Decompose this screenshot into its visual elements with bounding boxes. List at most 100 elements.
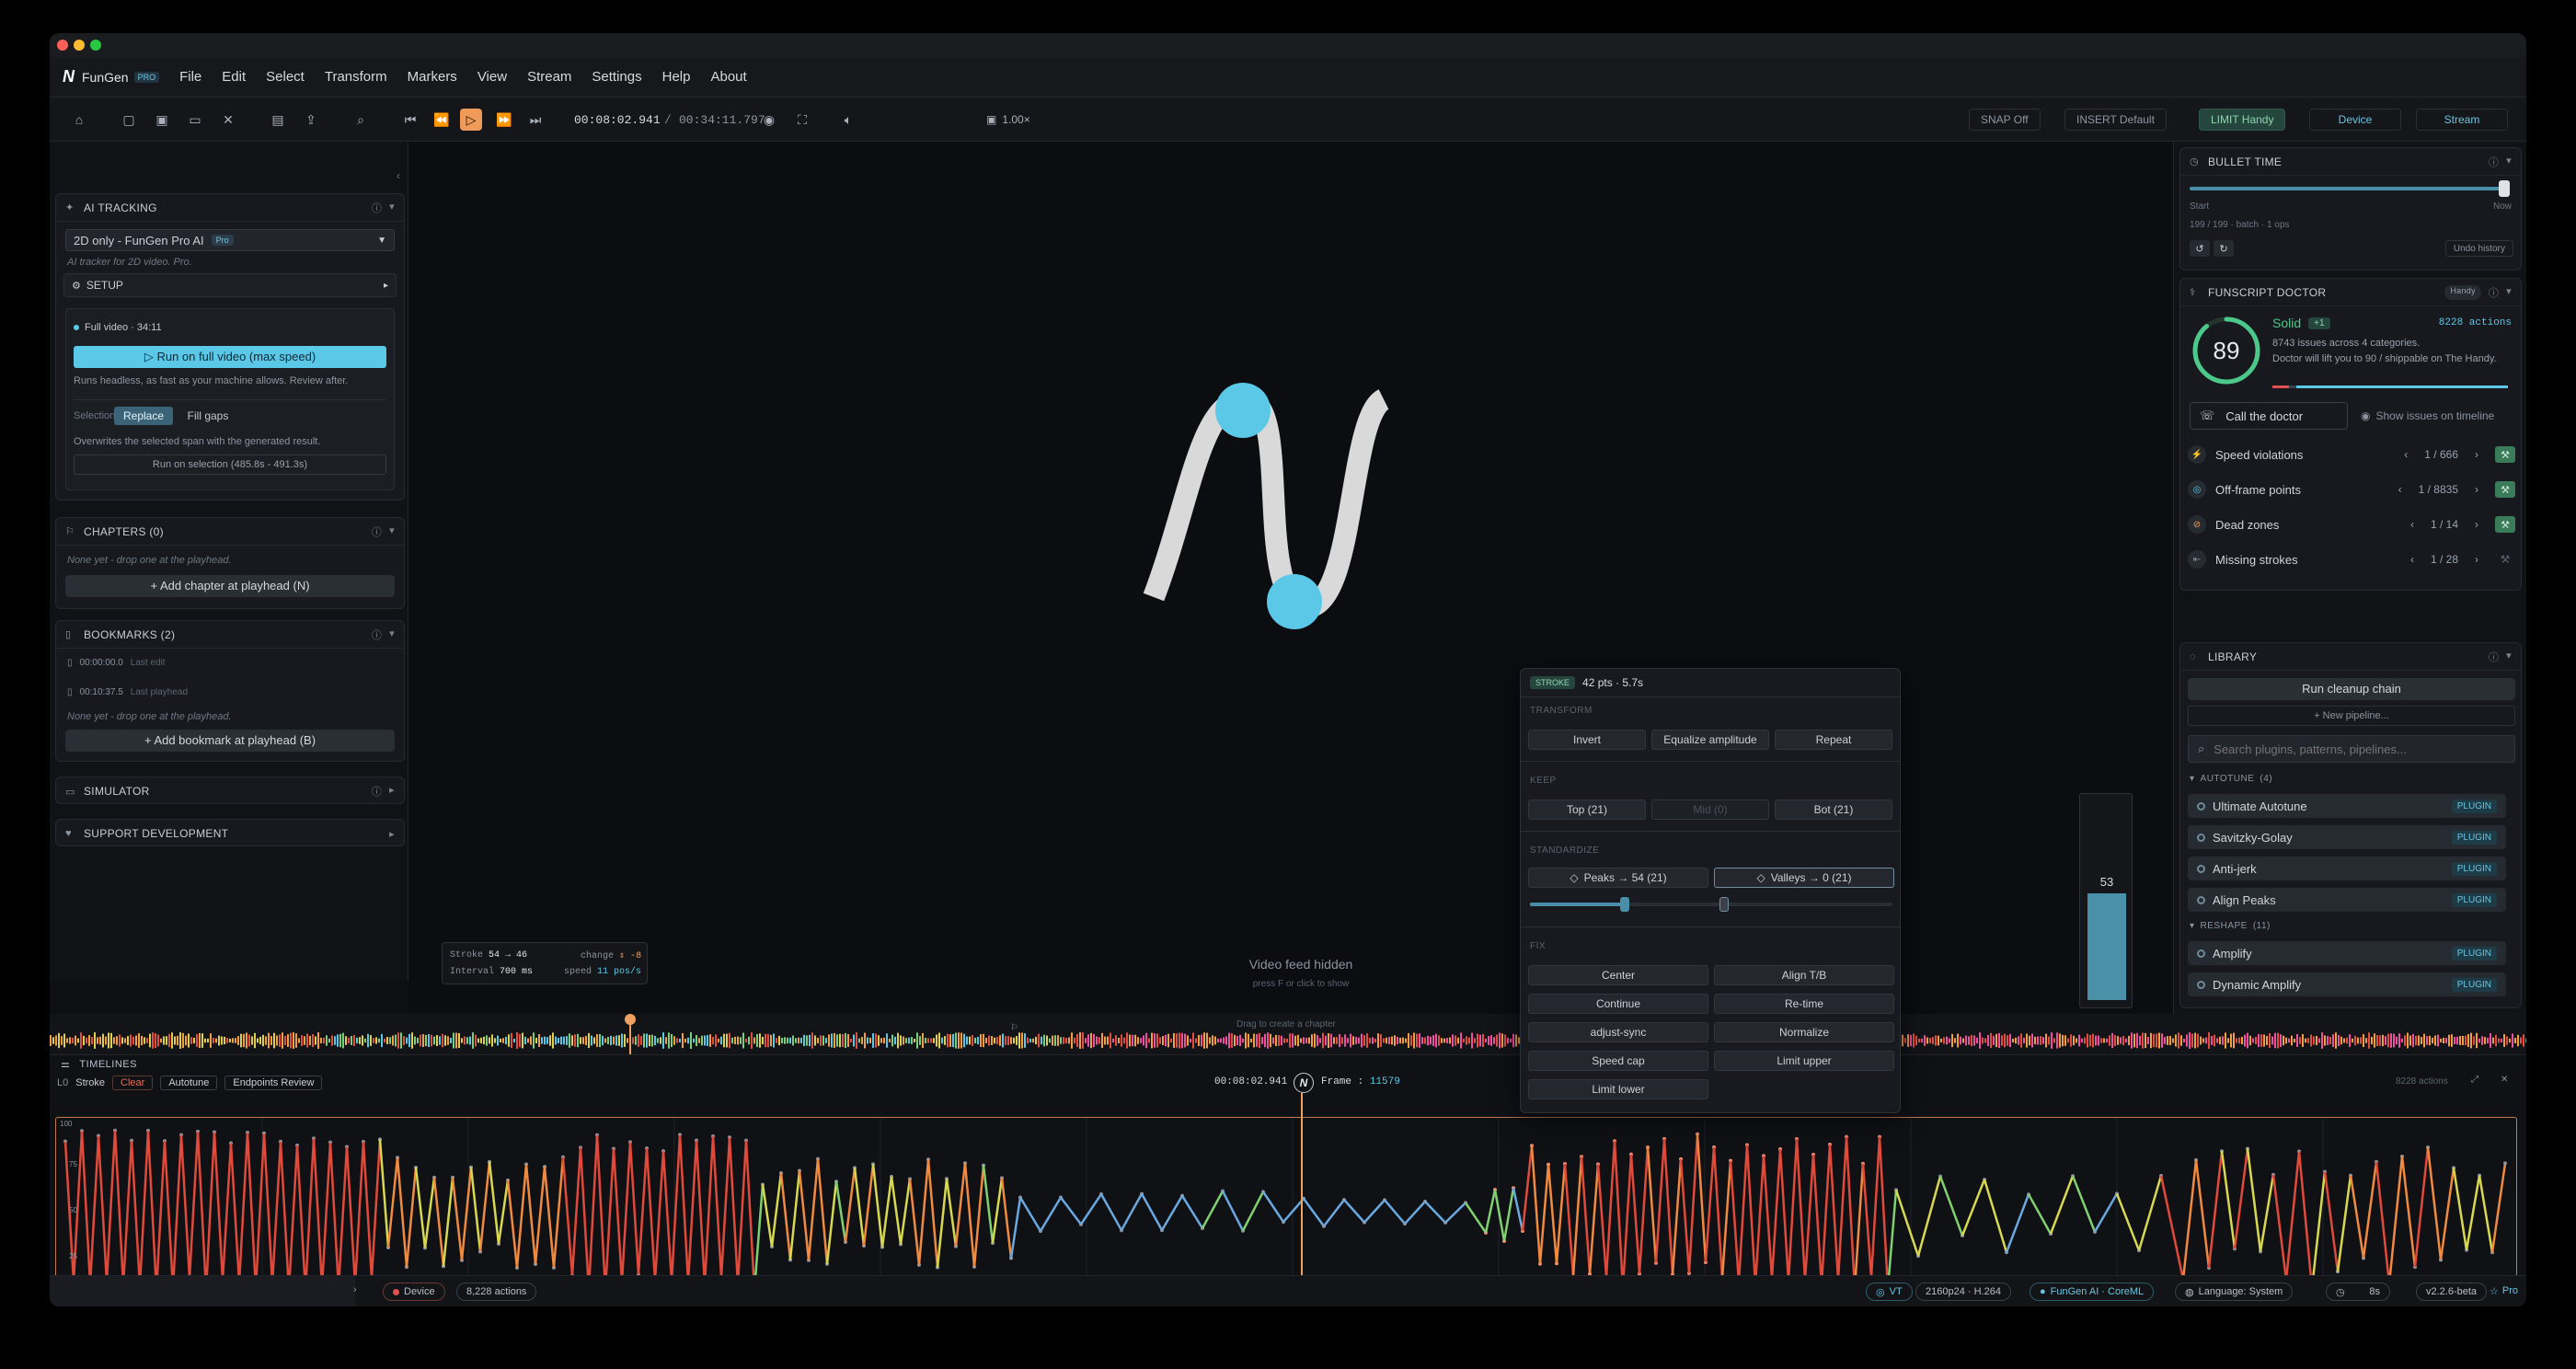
- prev-icon[interactable]: ‹: [2410, 518, 2414, 531]
- snap-toggle[interactable]: SNAP Off: [1969, 109, 2041, 131]
- clear-button[interactable]: Clear: [112, 1076, 154, 1090]
- action-point[interactable]: [2503, 1161, 2507, 1166]
- rewind-icon[interactable]: ⏪: [431, 109, 453, 131]
- add-chapter-button[interactable]: + Add chapter at playhead (N): [65, 575, 395, 597]
- close-file-icon[interactable]: ✕: [217, 109, 239, 131]
- timelines-header[interactable]: ⚌ TIMELINES: [50, 1054, 2526, 1073]
- chevron-down-icon[interactable]: ▾: [2506, 285, 2512, 300]
- bookmark-row[interactable]: ▯ 00:10:37.5 Last playhead: [67, 687, 188, 697]
- group-autotune[interactable]: ▾ AUTOTUNE (4): [2190, 774, 2272, 784]
- keep-bot-button[interactable]: Bot (21): [1775, 800, 1892, 820]
- center-button[interactable]: Center: [1528, 965, 1708, 985]
- menu-edit[interactable]: Edit: [222, 69, 246, 85]
- fill-gaps-option[interactable]: Fill gaps: [180, 407, 236, 425]
- align-tb-button[interactable]: Align T/B: [1714, 965, 1894, 985]
- invert-button[interactable]: Invert: [1528, 730, 1646, 750]
- equalize-amplitude-button[interactable]: Equalize amplitude: [1651, 730, 1769, 750]
- bookmarks-header[interactable]: ▯ BOOKMARKS (2) ⓘ ▾: [56, 621, 404, 649]
- open-video-icon[interactable]: ▣: [151, 109, 173, 131]
- redo-icon[interactable]: ↻: [2214, 240, 2234, 257]
- library-search-input[interactable]: [2214, 742, 2490, 756]
- device-status[interactable]: Device: [383, 1283, 445, 1301]
- playhead-handle[interactable]: [625, 1014, 636, 1025]
- menu-markers[interactable]: Markers: [408, 69, 457, 85]
- support-header[interactable]: ♥ SUPPORT DEVELOPMENT ▸: [56, 820, 404, 847]
- doctor-header[interactable]: ⚕ FUNSCRIPT DOCTOR Handy ⓘ ▾: [2180, 279, 2521, 306]
- issue-row-missing[interactable]: ⇤ Missing strokes ‹ 1 / 28 › ⚒: [2188, 546, 2515, 573]
- next-icon[interactable]: ›: [2475, 448, 2478, 461]
- eye-icon[interactable]: ◉: [758, 109, 780, 131]
- valleys-button[interactable]: ◇ Valleys → 0 (21): [1714, 868, 1894, 888]
- bullet-time-header[interactable]: ◷ BULLET TIME ⓘ ▾: [2180, 148, 2521, 176]
- call-doctor-button[interactable]: ☏ Call the doctor: [2190, 402, 2348, 430]
- prev-icon[interactable]: ‹: [2404, 448, 2408, 461]
- continue-button[interactable]: Continue: [1528, 994, 1708, 1014]
- fix-icon[interactable]: ⚒: [2495, 553, 2515, 566]
- undo-history-button[interactable]: Undo history: [2444, 240, 2513, 257]
- chevron-down-icon[interactable]: ▾: [2506, 650, 2512, 664]
- fix-icon[interactable]: ⚒: [2495, 516, 2515, 533]
- simulator-header[interactable]: ▭ SIMULATOR ⓘ ▸: [56, 777, 404, 805]
- collapse-icon[interactable]: ‹: [397, 169, 400, 182]
- video-area[interactable]: Video feed hidden press F or click to sh…: [408, 142, 2173, 1014]
- close-icon[interactable]: ✕: [2501, 1075, 2508, 1085]
- export-icon[interactable]: ⇪: [300, 109, 322, 131]
- limit-lower-button[interactable]: Limit lower: [1528, 1079, 1708, 1099]
- normalize-button[interactable]: Normalize: [1714, 1022, 1894, 1042]
- heatmap-strip[interactable]: Drag to create a chapter ⚐: [50, 1014, 2526, 1054]
- help-icon[interactable]: ⓘ: [2489, 155, 2499, 169]
- limit-toggle[interactable]: LIMIT Handy: [2199, 109, 2286, 131]
- expand-icon[interactable]: ⤢: [2471, 1075, 2478, 1085]
- stream-button[interactable]: Stream: [2416, 109, 2508, 131]
- adjust-sync-button[interactable]: adjust-sync: [1528, 1022, 1708, 1042]
- menu-transform[interactable]: Transform: [325, 69, 387, 85]
- replace-option[interactable]: Replace: [114, 407, 173, 425]
- menu-select[interactable]: Select: [266, 69, 305, 85]
- chapters-header[interactable]: ⚐ CHAPTERS (0) ⓘ ▾: [56, 518, 404, 546]
- help-icon[interactable]: ⓘ: [372, 784, 382, 799]
- autotune-button[interactable]: Autotune: [160, 1076, 218, 1090]
- plugin-item[interactable]: Align Peaks PLUGIN: [2188, 888, 2506, 912]
- chevron-down-icon[interactable]: ▾: [2506, 155, 2512, 169]
- plugin-item[interactable]: Anti-jerk PLUGIN: [2188, 857, 2506, 880]
- prev-icon[interactable]: ‹: [2410, 553, 2414, 566]
- skip-end-icon[interactable]: ⏭: [524, 109, 546, 131]
- undo-icon[interactable]: ↺: [2190, 240, 2210, 257]
- help-icon[interactable]: ⓘ: [372, 524, 382, 539]
- keep-top-button[interactable]: Top (21): [1528, 800, 1646, 820]
- fix-icon[interactable]: ⚒: [2495, 481, 2515, 498]
- insert-mode[interactable]: INSERT Default: [2064, 109, 2167, 131]
- model-dropdown[interactable]: 2D only - FunGen Pro AI Pro ▼: [65, 229, 395, 251]
- help-icon[interactable]: ⓘ: [372, 627, 382, 642]
- ai-tracking-header[interactable]: ✦ AI TRACKING ⓘ ▾: [56, 194, 404, 222]
- language-status[interactable]: ◍ Language: System: [2175, 1283, 2294, 1301]
- volume-icon[interactable]: 🔈︎: [837, 109, 859, 131]
- standardize-slider[interactable]: [1530, 897, 1892, 912]
- menu-view[interactable]: View: [477, 69, 507, 85]
- issue-row-offframe[interactable]: ◎ Off-frame points ‹ 1 / 8835 › ⚒: [2188, 476, 2515, 503]
- library-header[interactable]: ◌ LIBRARY ⓘ ▾: [2180, 643, 2521, 671]
- help-icon[interactable]: ⓘ: [2489, 285, 2499, 300]
- run-cleanup-chain-button[interactable]: Run cleanup chain: [2188, 678, 2515, 700]
- fast-forward-icon[interactable]: ⏩: [493, 109, 515, 131]
- help-icon[interactable]: ⓘ: [372, 201, 382, 215]
- plugin-item[interactable]: Dynamic Amplify PLUGIN: [2188, 972, 2506, 996]
- endpoints-review-button[interactable]: Endpoints Review: [224, 1076, 323, 1090]
- menu-about[interactable]: About: [710, 69, 746, 85]
- plugin-item[interactable]: Ultimate Autotune PLUGIN: [2188, 794, 2506, 818]
- next-icon[interactable]: ›: [2475, 518, 2478, 531]
- setup-section[interactable]: ⚙ SETUP ▸: [63, 273, 397, 297]
- chevron-down-icon[interactable]: ▾: [389, 524, 395, 539]
- menu-stream[interactable]: Stream: [527, 69, 571, 85]
- skip-start-icon[interactable]: ⏮: [399, 109, 421, 131]
- run-selection-button[interactable]: Run on selection (485.8s - 491.3s): [74, 454, 386, 475]
- chevron-right-icon[interactable]: ›: [353, 1284, 357, 1295]
- limit-upper-button[interactable]: Limit upper: [1714, 1051, 1894, 1071]
- menu-file[interactable]: File: [179, 69, 201, 85]
- re-time-button[interactable]: Re-time: [1714, 994, 1894, 1014]
- run-full-video-button[interactable]: ▷ Run on full video (max speed): [74, 346, 386, 368]
- search-icon[interactable]: ⌕: [350, 109, 372, 131]
- chapter-flag-icon[interactable]: ⚐: [1010, 1023, 1018, 1033]
- chevron-down-icon[interactable]: ▾: [389, 201, 395, 215]
- fullscreen-icon[interactable]: ⛶: [791, 109, 813, 131]
